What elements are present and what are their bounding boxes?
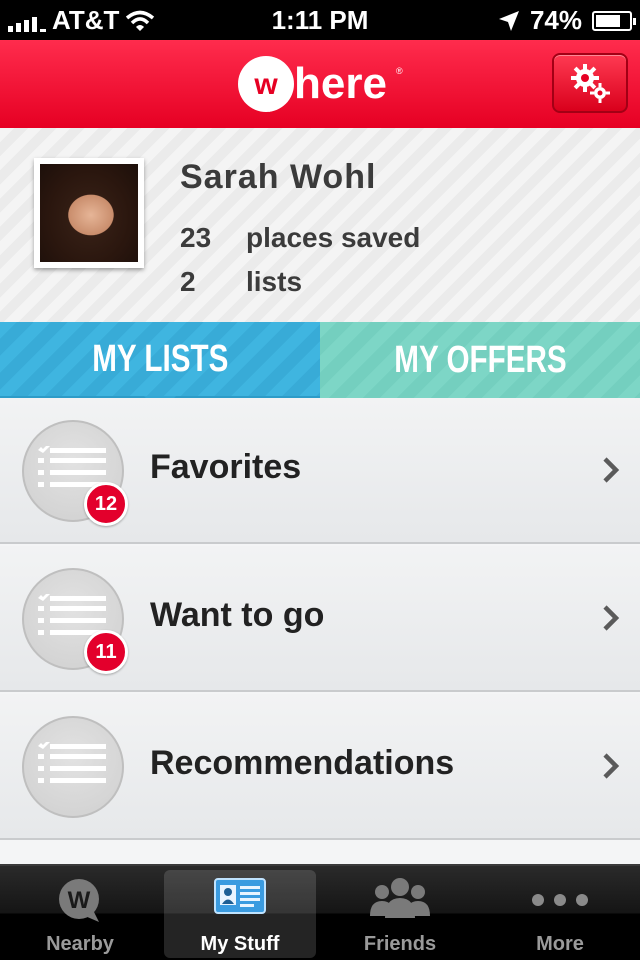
location-arrow-icon — [498, 10, 519, 31]
tab-my-lists[interactable]: MY LISTS — [0, 322, 320, 414]
tabbar-my-stuff[interactable]: My Stuff — [160, 866, 320, 960]
tabbar-label: More — [536, 933, 584, 955]
friends-icon — [370, 878, 430, 918]
list-label: Recommendations — [150, 744, 455, 782]
logo-w: w — [253, 68, 278, 101]
battery-icon — [592, 10, 636, 31]
gears-icon — [571, 64, 610, 103]
segment-tabs: MY LISTS MY OFFERS — [0, 322, 640, 414]
app-header: w here ® — [0, 40, 640, 128]
tabbar-nearby[interactable]: W Nearby — [0, 866, 160, 960]
places-label: places saved — [246, 222, 421, 253]
profile-name: Sarah Wohl — [180, 158, 377, 196]
lists-stat: 2 lists — [180, 266, 302, 298]
settings-button[interactable] — [552, 53, 628, 113]
lists-list: 12 Favorites 11 Want to go Recommendatio… — [0, 398, 640, 864]
profile-section: Sarah Wohl 23 places saved 2 lists — [0, 128, 640, 322]
list-icon — [22, 716, 124, 818]
list-item-favorites[interactable]: 12 Favorites — [0, 398, 640, 544]
places-saved-stat: 23 places saved — [180, 222, 420, 254]
tabbar-label: My Stuff — [200, 933, 280, 955]
count-badge: 12 — [84, 482, 128, 526]
chevron-right-icon — [603, 753, 620, 779]
tabbar-label: Friends — [363, 933, 437, 955]
where-w-icon: W — [59, 879, 99, 922]
tab-my-offers[interactable]: MY OFFERS — [320, 322, 640, 398]
checklist-icon — [38, 742, 106, 783]
list-label: Favorites — [150, 448, 302, 486]
avatar-photo — [40, 164, 138, 262]
battery-percent: 74% — [529, 5, 582, 35]
places-count: 23 — [180, 222, 212, 253]
where-logo: w here ® — [238, 56, 403, 112]
bottom-tab-bar: W Nearby My Stuff Friends More — [0, 864, 640, 960]
tabbar-friends[interactable]: Friends — [320, 866, 480, 960]
list-item-want-to-go[interactable]: 11 Want to go — [0, 546, 640, 692]
more-dots-icon — [532, 894, 588, 906]
list-label: Want to go — [150, 596, 325, 634]
lists-count: 2 — [180, 266, 196, 297]
chevron-right-icon — [603, 605, 620, 631]
status-right: 74% — [498, 5, 636, 36]
id-card-icon — [214, 878, 266, 914]
svg-text:W: W — [68, 887, 91, 914]
list-item-recommendations[interactable]: Recommendations — [0, 694, 640, 840]
chevron-right-icon — [603, 457, 620, 483]
status-bar: AT&T 1:11 PM 74% — [0, 0, 640, 40]
logo-trademark: ® — [396, 66, 403, 76]
logo-text: here — [294, 59, 387, 108]
tabbar-more[interactable]: More — [480, 866, 640, 960]
count-badge: 11 — [84, 630, 128, 674]
avatar[interactable] — [34, 158, 144, 268]
lists-label: lists — [246, 266, 303, 297]
tabbar-label: Nearby — [46, 933, 114, 955]
